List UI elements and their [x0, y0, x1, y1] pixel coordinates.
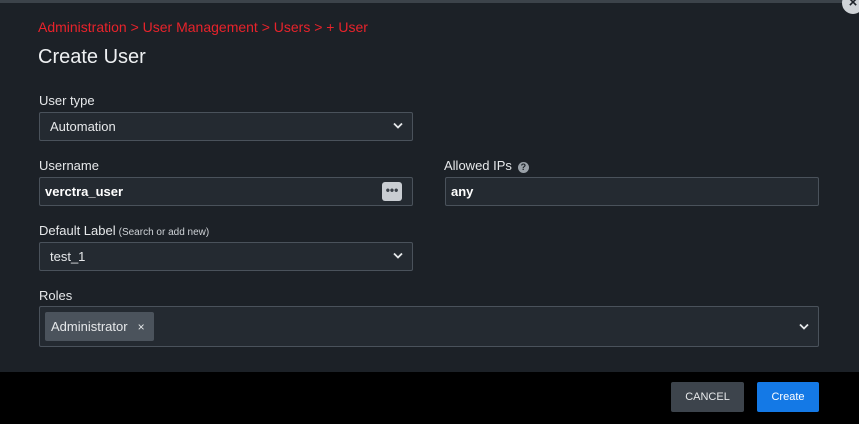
- default-label-label: Default Label (Search or add new): [39, 223, 209, 238]
- allowed-ips-label-text: Allowed IPs: [444, 158, 512, 173]
- breadcrumb: Administration > User Management > Users…: [38, 19, 368, 35]
- user-type-label: User type: [39, 93, 95, 108]
- allowed-ips-value: any: [451, 184, 474, 199]
- default-label-select[interactable]: test_1: [39, 242, 413, 271]
- chevron-down-icon[interactable]: [799, 323, 809, 330]
- roles-multiselect[interactable]: Administrator ×: [39, 306, 819, 347]
- username-value: verctra_user: [45, 184, 124, 199]
- username-field[interactable]: verctra_user •••: [39, 177, 413, 206]
- cancel-button[interactable]: CANCEL: [671, 382, 744, 412]
- top-border: [0, 0, 859, 3]
- allowed-ips-label: Allowed IPs?: [444, 158, 529, 173]
- chevron-down-icon: [393, 252, 403, 259]
- user-type-value: Automation: [50, 119, 116, 134]
- close-icon[interactable]: ×: [842, 0, 859, 14]
- create-button[interactable]: Create: [757, 382, 819, 412]
- roles-label: Roles: [39, 288, 73, 303]
- password-dots-icon[interactable]: •••: [382, 182, 402, 201]
- chevron-down-icon: [393, 122, 403, 129]
- role-chip-label: Administrator: [51, 319, 128, 334]
- user-type-select[interactable]: Automation: [39, 112, 413, 141]
- role-chip-administrator: Administrator ×: [45, 312, 154, 341]
- default-label-value: test_1: [50, 249, 86, 264]
- default-label-label-text: Default Label: [39, 223, 116, 238]
- page-title: Create User: [38, 46, 146, 68]
- username-label: Username: [39, 158, 99, 173]
- remove-chip-icon[interactable]: ×: [138, 320, 145, 334]
- default-label-hint: (Search or add new): [118, 227, 210, 238]
- help-icon[interactable]: ?: [517, 162, 529, 173]
- allowed-ips-field[interactable]: any: [445, 177, 819, 206]
